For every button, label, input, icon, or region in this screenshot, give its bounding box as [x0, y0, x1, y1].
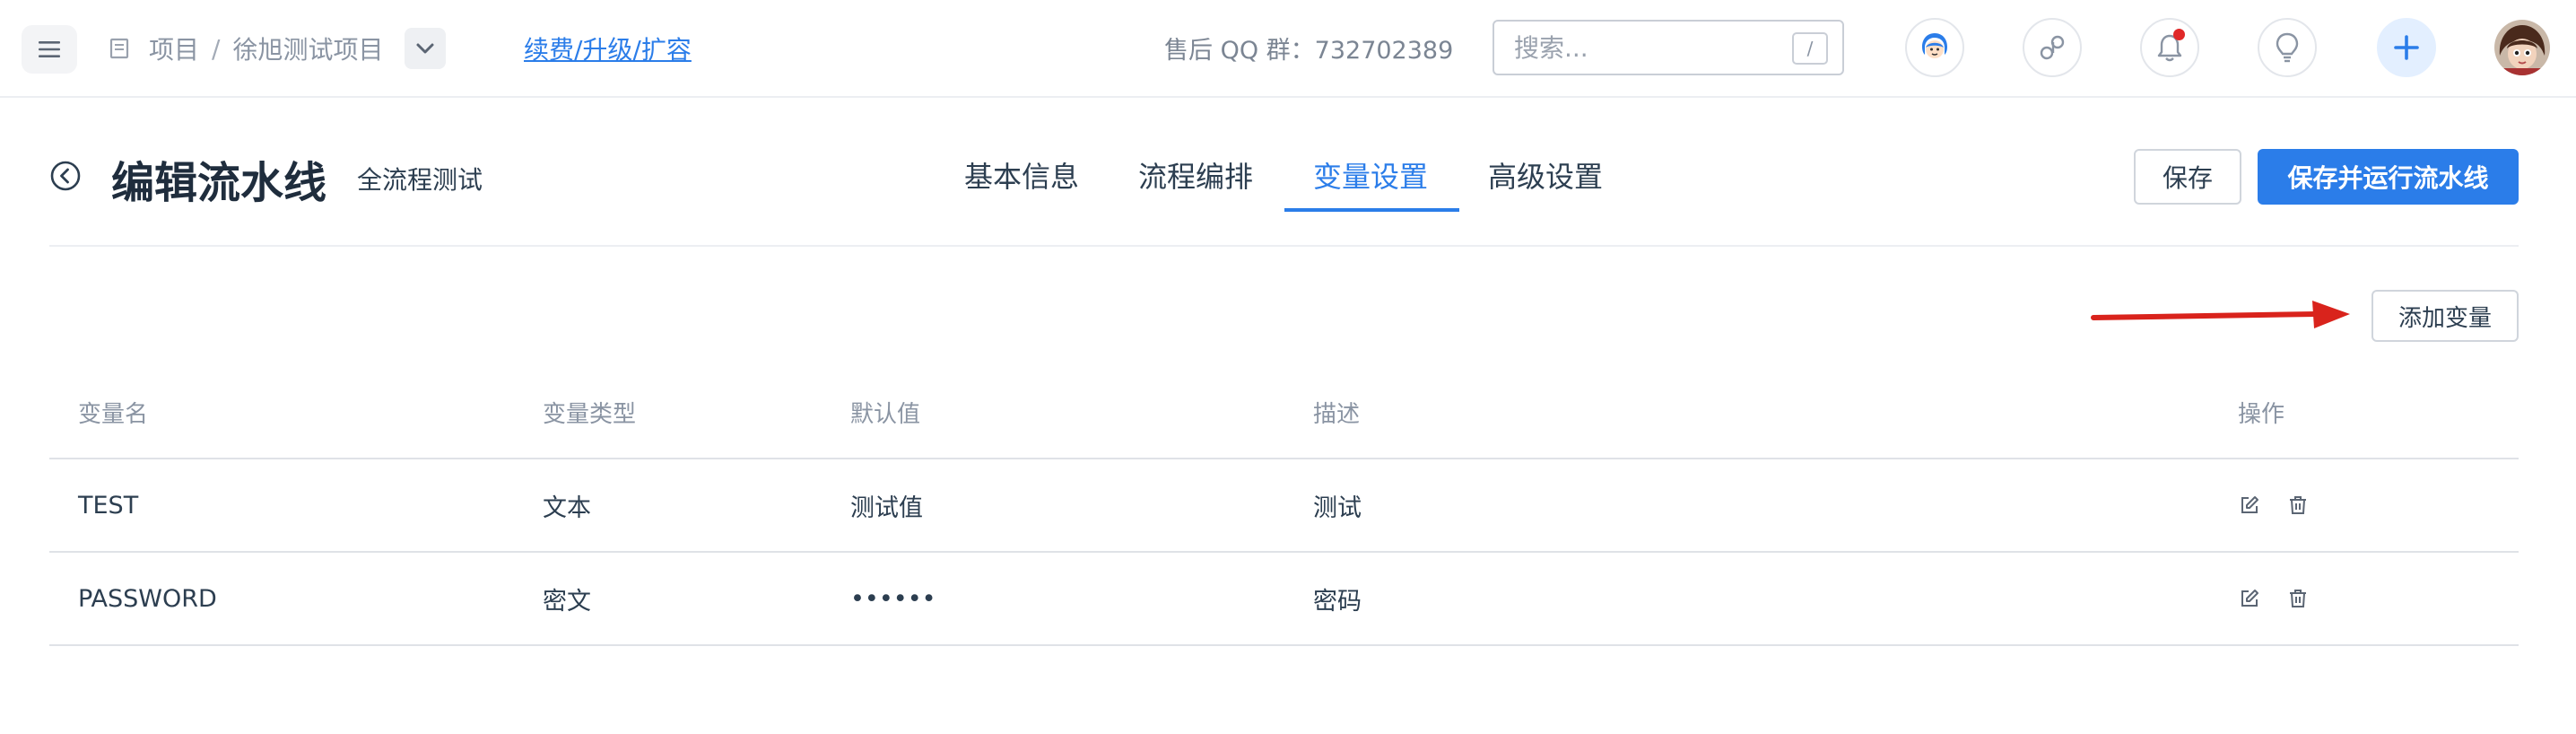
delete-icon[interactable]	[2286, 494, 2310, 517]
add-variable-button[interactable]: 添加变量	[2371, 290, 2519, 342]
table-row: TEST 文本 测试值 测试	[49, 459, 2519, 553]
link-button[interactable]	[2023, 18, 2082, 77]
support-qq-group: 售后 QQ 群：732702389	[1164, 37, 1454, 65]
plus-icon	[2394, 35, 2419, 60]
variable-type: 密文	[543, 587, 591, 616]
column-header-name: 变量名	[78, 400, 149, 428]
edit-icon[interactable]	[2238, 587, 2261, 610]
tab-advanced-settings[interactable]: 高级设置	[1488, 154, 1603, 196]
variable-default: 测试值	[850, 494, 923, 522]
annotation-arrow-icon	[2091, 301, 2350, 328]
edit-icon[interactable]	[2238, 494, 2261, 517]
variable-description: 测试	[1313, 494, 1362, 522]
create-button[interactable]	[2377, 18, 2436, 77]
delete-icon[interactable]	[2286, 587, 2310, 610]
tips-button[interactable]	[2258, 18, 2317, 77]
header-divider	[49, 245, 2519, 247]
column-header-description: 描述	[1313, 400, 1361, 428]
variables-table: 变量名 变量类型 默认值 描述 操作 TEST 文本 测试值 测试 PASSWO…	[49, 366, 2519, 646]
save-and-run-button[interactable]: 保存并运行流水线	[2258, 149, 2519, 205]
variable-description: 密码	[1313, 587, 1362, 616]
user-avatar[interactable]	[2494, 20, 2550, 75]
avatar-image	[2494, 20, 2550, 75]
search-box[interactable]: /	[1493, 20, 1844, 75]
link-icon	[2040, 35, 2065, 60]
active-tab-indicator	[1284, 208, 1459, 212]
tab-basic-info[interactable]: 基本信息	[964, 154, 1079, 196]
customer-service-button[interactable]	[1905, 18, 1964, 77]
renew-upgrade-link[interactable]: 续费/升级/扩容	[524, 31, 692, 66]
lightbulb-icon	[2276, 32, 2299, 63]
notification-dot	[2173, 29, 2185, 40]
pipeline-name: 全流程测试	[357, 165, 483, 195]
variable-default: ••••••	[850, 584, 936, 613]
menu-icon	[39, 41, 60, 57]
menu-button[interactable]	[22, 25, 77, 74]
search-shortcut-hint: /	[1792, 32, 1828, 65]
table-header-row: 变量名 变量类型 默认值 描述 操作	[49, 366, 2519, 459]
tab-variable-settings[interactable]: 变量设置	[1313, 154, 1428, 196]
variable-name: TEST	[78, 491, 139, 520]
customer-service-icon	[1922, 33, 1947, 58]
row-actions	[2238, 459, 2310, 551]
back-icon[interactable]	[50, 161, 81, 191]
row-actions	[2238, 553, 2310, 644]
tab-flow-orchestration[interactable]: 流程编排	[1138, 154, 1253, 196]
breadcrumb-projects-link[interactable]: 项目	[149, 31, 199, 66]
notifications-button[interactable]	[2140, 18, 2199, 77]
breadcrumb-separator: /	[212, 33, 221, 64]
project-icon	[109, 38, 129, 59]
column-header-type: 变量类型	[543, 400, 637, 428]
table-row: PASSWORD 密文 •••••• 密码	[49, 553, 2519, 646]
search-input[interactable]	[1514, 32, 1765, 63]
variable-type: 文本	[543, 494, 591, 522]
breadcrumb: 项目 / 徐旭测试项目	[109, 31, 383, 66]
variable-name: PASSWORD	[78, 584, 217, 613]
save-button[interactable]: 保存	[2134, 149, 2241, 205]
page-title: 编辑流水线	[111, 158, 327, 208]
project-switch-button[interactable]	[405, 28, 446, 69]
breadcrumb-project-name[interactable]: 徐旭测试项目	[232, 31, 383, 66]
chevron-down-icon	[416, 43, 434, 54]
column-header-actions: 操作	[2238, 400, 2285, 428]
top-bar: 项目 / 徐旭测试项目 续费/升级/扩容 售后 QQ 群：732702389 /	[0, 0, 2576, 98]
column-header-default: 默认值	[850, 400, 921, 428]
